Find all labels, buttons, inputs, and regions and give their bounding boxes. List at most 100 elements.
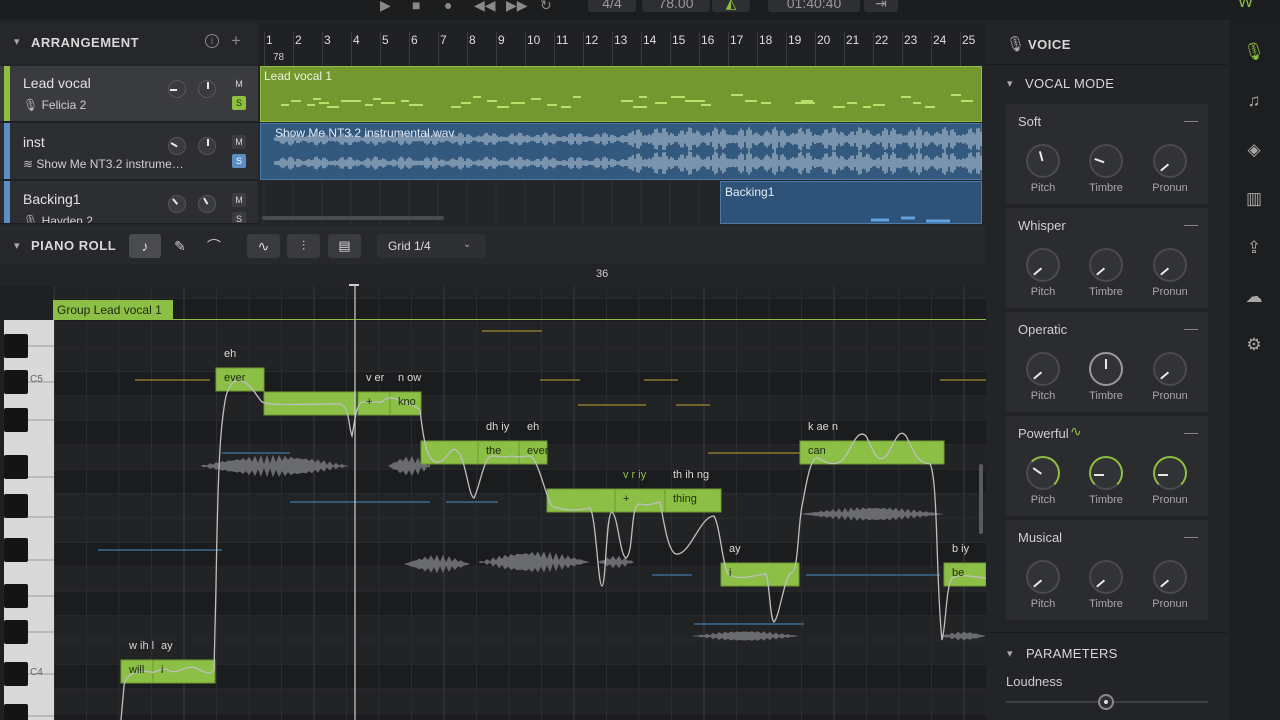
bar-number: 23 (904, 33, 918, 47)
mode-collapse[interactable]: — (1184, 424, 1198, 440)
timbre-label: Timbre (1089, 494, 1123, 506)
layers-icon[interactable]: ◈ (1243, 139, 1265, 161)
horizontal-scrollbar[interactable] (262, 216, 444, 220)
note-lyric[interactable]: i (161, 664, 163, 676)
clip-backing1[interactable]: Backing1 (720, 181, 982, 224)
waveform-toggle-icon[interactable]: ⫶ (287, 234, 320, 258)
pan-knob[interactable] (198, 80, 216, 98)
cloud-icon[interactable]: ☁ (1243, 286, 1265, 308)
book-icon[interactable]: ▥ (1243, 188, 1265, 210)
pronun-knob[interactable] (1153, 248, 1187, 282)
music-note-icon[interactable]: ♫ (1243, 90, 1265, 112)
clip-lead-vocal[interactable]: Lead vocal 1 (260, 66, 982, 122)
pronun-knob[interactable] (1153, 352, 1187, 386)
piano-roll-title: PIANO ROLL (31, 238, 117, 253)
note-lyric[interactable]: can (808, 445, 826, 457)
microphone-icon[interactable]: 🎙 (1243, 41, 1265, 63)
mode-collapse[interactable]: — (1184, 112, 1198, 128)
record-icon[interactable]: ● (444, 0, 452, 12)
play-icon[interactable]: ▶ (380, 0, 391, 12)
note-lyric[interactable]: + (366, 396, 372, 408)
mute-button[interactable]: M (232, 135, 246, 149)
pitch-curve-toggle-icon[interactable]: ∿ (247, 234, 280, 258)
mode-collapse[interactable]: — (1184, 320, 1198, 336)
note-lyric[interactable]: ever (224, 372, 245, 384)
piano-roll-editor[interactable]: Group Lead vocal 1 C5 C4 will w ih l i ay ev… (0, 286, 986, 720)
timbre-knob[interactable] (1089, 144, 1123, 178)
track-name: inst (23, 134, 45, 150)
collapse-chevron-icon[interactable]: ▾ (14, 239, 20, 252)
time-signature[interactable]: 4/4 (588, 0, 636, 12)
timbre-knob[interactable] (1089, 456, 1123, 490)
piano-roll-canvas[interactable] (0, 286, 986, 720)
loop-icon[interactable]: ↻ (540, 0, 552, 12)
mode-musical[interactable]: Musical — Pitch Timbre Pronun (1006, 520, 1208, 620)
mode-whisper[interactable]: Whisper — Pitch Timbre Pronun (1006, 208, 1208, 308)
mode-collapse[interactable]: — (1184, 216, 1198, 232)
collapse-chevron-icon[interactable]: ▾ (1007, 647, 1013, 660)
mode-operatic[interactable]: Operatic — Pitch Timbre Pronun (1006, 312, 1208, 412)
timbre-knob[interactable] (1089, 248, 1123, 282)
pan-knob[interactable] (198, 195, 216, 213)
fast-forward-icon[interactable]: ▶▶ (506, 0, 528, 12)
pronun-knob[interactable] (1153, 456, 1187, 490)
snap-icon[interactable]: ⇥ (864, 0, 898, 12)
rewind-icon[interactable]: ◀◀ (474, 0, 496, 12)
timbre-knob[interactable] (1089, 352, 1123, 386)
mute-button[interactable]: M (232, 77, 246, 91)
curve-tool-icon[interactable]: ⌒ (198, 234, 230, 258)
note-lyric[interactable]: will (129, 664, 144, 676)
collapse-chevron-icon[interactable]: ▾ (14, 35, 20, 48)
solo-button[interactable]: S (232, 154, 246, 168)
pitch-knob[interactable] (1026, 248, 1060, 282)
video-toggle-icon[interactable]: ▤ (328, 234, 361, 258)
arrangement-timeline[interactable]: Lead vocal 1 Show Me NT3.2 instrumental.… (258, 66, 986, 224)
add-track-icon[interactable]: + (231, 31, 241, 51)
track-inst[interactable]: inst ≋ Show Me NT3.2 instrume… M S (0, 123, 258, 180)
pencil-tool-icon[interactable]: ✎ (164, 234, 196, 258)
track-backing1[interactable]: Backing1 🎙 Hayden 2 M S (0, 181, 258, 224)
time-display[interactable]: 01:40:40 (768, 0, 860, 12)
note-lyric[interactable]: thing (673, 493, 697, 505)
gear-icon[interactable]: ⚙ (1243, 334, 1265, 356)
volume-knob[interactable] (168, 80, 186, 98)
mode-collapse[interactable]: — (1184, 528, 1198, 544)
grid-select[interactable]: Grid 1/4 ⌄ (377, 234, 486, 258)
volume-knob[interactable] (168, 195, 186, 213)
pronun-knob[interactable] (1153, 560, 1187, 594)
note-lyric[interactable]: i (729, 567, 731, 579)
volume-knob[interactable] (168, 137, 186, 155)
mode-powerful[interactable]: Powerful ∿ — Pitch Timbre Pronun (1006, 416, 1208, 516)
note-lyric[interactable]: + (623, 493, 629, 505)
metronome-icon[interactable]: ◭ (712, 0, 750, 12)
mute-button[interactable]: M (232, 193, 246, 207)
group-label[interactable]: Group Lead vocal 1 (53, 300, 173, 320)
stop-icon[interactable]: ■ (412, 0, 420, 12)
note-lyric[interactable]: kno (398, 396, 416, 408)
track-lead-vocal[interactable]: Lead vocal 🎙 Felicia 2 M S (0, 66, 258, 122)
arrangement-ruler[interactable]: 1 2 3 4 5 6 7 8 9 10 11 12 13 14 15 16 17 18 19 20 21 22 23 24 2… (258, 22, 986, 66)
pronun-knob[interactable] (1153, 144, 1187, 178)
clip-instrumental[interactable]: Show Me NT3.2 instrumental.wav (260, 123, 982, 180)
timbre-knob[interactable] (1089, 560, 1123, 594)
export-icon[interactable]: ⇪ (1243, 237, 1265, 259)
collapse-chevron-icon[interactable]: ▾ (1007, 77, 1013, 90)
note-lyric[interactable]: be (952, 567, 964, 579)
note-lyric[interactable]: ever (527, 445, 548, 457)
info-icon[interactable]: i (205, 34, 219, 48)
pitch-knob[interactable] (1026, 144, 1060, 178)
mode-name: Musical (1018, 530, 1063, 545)
note-lyric[interactable]: the (486, 445, 501, 457)
note-tool-icon[interactable]: ♪ (129, 234, 161, 258)
solo-button[interactable]: S (232, 212, 246, 223)
pan-knob[interactable] (198, 137, 216, 155)
pitch-knob[interactable] (1026, 456, 1060, 490)
mode-soft[interactable]: Soft — Pitch Timbre Pronun (1006, 104, 1208, 204)
loudness-slider-thumb[interactable] (1098, 694, 1114, 710)
piano-roll-ruler[interactable]: 36 (0, 264, 986, 298)
bar-number: 7 (440, 33, 447, 47)
tempo-display[interactable]: 78.00 (642, 0, 710, 12)
pitch-knob[interactable] (1026, 560, 1060, 594)
solo-button[interactable]: S (232, 96, 246, 110)
pitch-knob[interactable] (1026, 352, 1060, 386)
